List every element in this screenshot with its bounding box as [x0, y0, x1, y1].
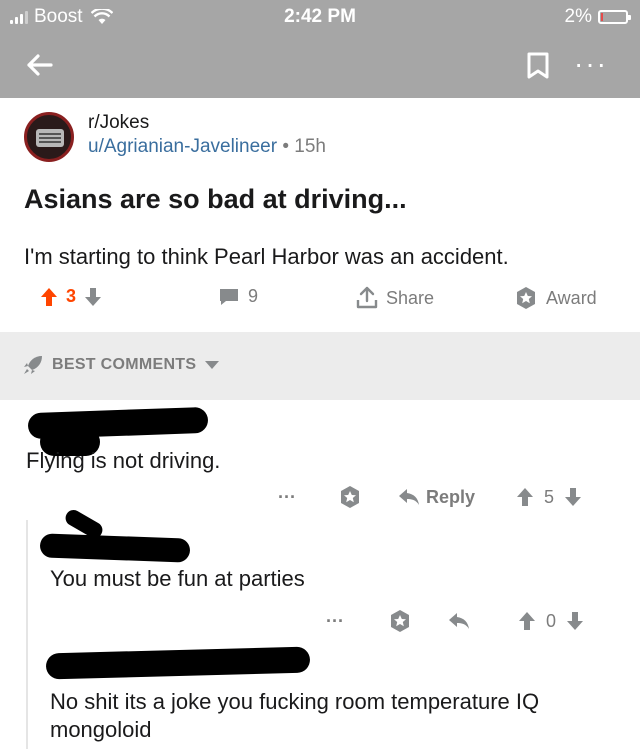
upvote-icon[interactable] [516, 487, 534, 507]
battery-percent: 2% [564, 6, 592, 27]
reply-button[interactable]: Reply [398, 482, 475, 512]
comment-text: You must be fun at parties [50, 566, 305, 591]
sort-label: BEST COMMENTS [52, 356, 197, 373]
comment-score: 5 [544, 486, 555, 507]
share-label: Share [386, 287, 435, 308]
clock: 2:42 PM [284, 6, 356, 27]
comment-text: No shit its a joke you fucking room temp… [50, 689, 540, 742]
reply-label: Reply [426, 486, 476, 507]
comments-button[interactable]: 9 [218, 286, 258, 307]
award-icon [391, 610, 409, 632]
more-dots-icon[interactable]: ··· [326, 606, 344, 636]
status-bar: Boost 2:42 PM 2% [0, 0, 640, 34]
downvote-icon[interactable] [84, 287, 102, 307]
reply-button[interactable] [448, 606, 470, 636]
award-icon [341, 486, 359, 508]
author-link[interactable]: u/Agrianian-Javelineer [88, 136, 277, 157]
downvote-icon[interactable] [566, 611, 584, 631]
redacted-username [39, 533, 191, 563]
arrow-left-icon[interactable] [24, 50, 54, 80]
comment-sort-bar[interactable]: BEST COMMENTS [0, 332, 640, 400]
comment-vote-group: 5 [516, 482, 582, 512]
comment: Flying is not driving. ··· Reply 5 [0, 400, 640, 522]
comment-score: 0 [546, 610, 557, 631]
award-button[interactable]: Award [514, 286, 597, 310]
award-icon [517, 287, 535, 309]
more-dots-icon[interactable]: ··· [574, 50, 614, 78]
chevron-down-icon [205, 361, 220, 369]
top-nav-bar: ··· [0, 34, 640, 98]
subreddit-avatar[interactable] [24, 112, 74, 162]
battery-icon [598, 10, 631, 24]
post-card: r/Jokes u/Agrianian-Javelineer • 15h Asi… [0, 98, 640, 332]
jokes-logo-icon [36, 129, 64, 147]
bookmark-icon[interactable] [526, 52, 550, 80]
meta-separator: • [282, 136, 289, 157]
upvote-icon[interactable] [40, 287, 58, 307]
post-body: I'm starting to think Pearl Harbor was a… [24, 244, 509, 269]
comment-reply: No shit its a joke you fucking room temp… [0, 640, 640, 749]
reply-arrow-icon [449, 613, 469, 629]
award-button[interactable] [338, 482, 362, 512]
share-icon [356, 286, 378, 309]
post-age: 15h [294, 136, 326, 157]
comment-bubble-icon [220, 288, 238, 305]
upvote-icon[interactable] [518, 611, 536, 631]
rocket-icon [24, 356, 42, 374]
battery-group: 2% [564, 6, 631, 28]
post-action-bar: 3 9 Share Award [0, 286, 640, 316]
post-score: 3 [66, 286, 77, 306]
post-title[interactable]: Asians are so bad at driving... [24, 184, 407, 215]
reply-arrow-icon [399, 489, 419, 505]
more-dots-icon[interactable]: ··· [278, 482, 296, 512]
award-button[interactable] [388, 606, 412, 636]
comment-reply: You must be fun at parties ··· 0 [0, 507, 640, 636]
sort-selector[interactable]: BEST COMMENTS [22, 354, 220, 376]
comment-text: Flying is not driving. [26, 448, 221, 473]
downvote-icon[interactable] [564, 487, 582, 507]
redacted-username [45, 646, 311, 680]
post-meta: u/Agrianian-Javelineer • 15h [88, 136, 326, 158]
share-button[interactable]: Share [356, 286, 434, 310]
vote-group: 3 [40, 286, 102, 307]
subreddit-name[interactable]: r/Jokes [88, 112, 149, 134]
comment-count: 9 [248, 286, 259, 306]
award-label: Award [546, 287, 597, 308]
comment-vote-group: 0 [518, 606, 584, 636]
